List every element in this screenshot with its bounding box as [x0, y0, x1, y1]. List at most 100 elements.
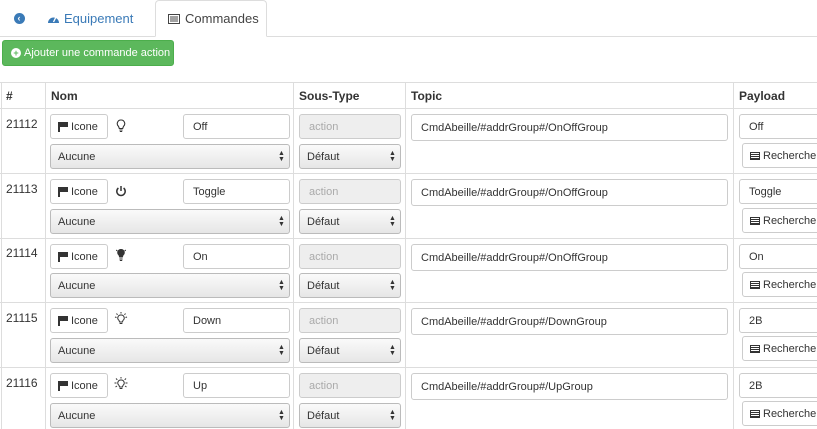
- add-command-label: Ajouter une commande action: [24, 47, 171, 59]
- subtype-select-value: Défaut: [307, 150, 340, 163]
- tab-back[interactable]: ‹: [6, 0, 32, 36]
- tab-bar: ‹ Equipement Commandes: [0, 0, 817, 37]
- header-sous-type: Sous-Type: [299, 89, 360, 103]
- arrow-circle-left-icon: ‹: [13, 12, 25, 24]
- command-name-input[interactable]: Up: [183, 373, 290, 398]
- row-divider: [0, 302, 817, 303]
- topic-input[interactable]: CmdAbeille/#addrGroup#/UpGroup: [411, 373, 728, 400]
- select-arrows-icon: ▲ ▼: [278, 409, 285, 422]
- rechercher-button[interactable]: Rechercher: [742, 208, 817, 233]
- payload-input[interactable]: On: [739, 244, 817, 269]
- table-header-border: [0, 108, 817, 109]
- tab-equipement[interactable]: Equipement: [46, 0, 150, 36]
- rechercher-label: Rechercher: [763, 278, 817, 291]
- command-name-input[interactable]: Toggle: [183, 179, 290, 204]
- payload-input[interactable]: 2B: [739, 373, 817, 398]
- header-id: #: [6, 89, 13, 103]
- lightbulb-dim-icon: [114, 312, 128, 326]
- icone-button[interactable]: Icone: [50, 179, 108, 204]
- topic-input[interactable]: CmdAbeille/#addrGroup#/OnOffGroup: [411, 244, 728, 271]
- action-select[interactable]: Aucune ▲ ▼: [50, 273, 290, 298]
- flag-icon: [58, 381, 68, 391]
- rechercher-button[interactable]: Rechercher: [742, 272, 817, 297]
- action-select[interactable]: Aucune ▲ ▼: [50, 338, 290, 363]
- flag-icon: [58, 252, 68, 262]
- subtype-select-value: Défaut: [307, 409, 340, 422]
- select-arrows-icon: ▲ ▼: [389, 409, 396, 422]
- flag-icon: [58, 122, 68, 132]
- rechercher-label: Rechercher: [763, 407, 817, 420]
- header-topic: Topic: [411, 89, 443, 103]
- subtype-input: action: [299, 179, 401, 204]
- subtype-input: action: [299, 308, 401, 333]
- list-alt-icon: [750, 409, 760, 418]
- topic-input[interactable]: CmdAbeille/#addrGroup#/OnOffGroup: [411, 179, 728, 206]
- row-id: 21114: [6, 246, 38, 260]
- topic-input[interactable]: CmdAbeille/#addrGroup#/OnOffGroup: [411, 114, 728, 141]
- subtype-select[interactable]: Défaut ▲ ▼: [299, 144, 401, 169]
- subtype-select-value: Défaut: [307, 279, 340, 292]
- tab-commandes[interactable]: Commandes: [155, 0, 267, 37]
- subtype-select[interactable]: Défaut ▲ ▼: [299, 403, 401, 428]
- payload-input[interactable]: 2B: [739, 308, 817, 333]
- select-arrows-icon: ▲ ▼: [278, 279, 285, 292]
- icone-button[interactable]: Icone: [50, 308, 108, 333]
- rechercher-label: Rechercher: [763, 214, 817, 227]
- icone-button[interactable]: Icone: [50, 114, 108, 139]
- topic-input[interactable]: CmdAbeille/#addrGroup#/DownGroup: [411, 308, 728, 335]
- command-name-input[interactable]: On: [183, 244, 290, 269]
- row-id: 21112: [6, 117, 38, 131]
- payload-input[interactable]: Off: [739, 114, 817, 139]
- lightbulb-outline-icon: [114, 119, 128, 133]
- action-select[interactable]: Aucune ▲ ▼: [50, 144, 290, 169]
- rechercher-button[interactable]: Rechercher: [742, 143, 817, 168]
- row-id: 21113: [6, 182, 38, 196]
- add-command-button[interactable]: + Ajouter une commande action: [2, 40, 174, 66]
- select-arrows-icon: ▲ ▼: [278, 215, 285, 228]
- icone-button[interactable]: Icone: [50, 244, 108, 269]
- row-divider: [0, 173, 817, 174]
- list-alt-icon: [750, 280, 760, 289]
- command-name-input[interactable]: Off: [183, 114, 290, 139]
- flag-icon: [58, 187, 68, 197]
- icone-button[interactable]: Icone: [50, 373, 108, 398]
- col-divider: [733, 82, 734, 429]
- subtype-input: action: [299, 373, 401, 398]
- icone-label: Icone: [71, 120, 98, 133]
- col-divider: [293, 82, 294, 429]
- list-alt-icon: [750, 151, 760, 160]
- select-arrows-icon: ▲ ▼: [389, 279, 396, 292]
- flag-icon: [58, 316, 68, 326]
- subtype-select[interactable]: Défaut ▲ ▼: [299, 338, 401, 363]
- subtype-input: action: [299, 114, 401, 139]
- tab-commandes-label: Commandes: [185, 11, 259, 26]
- action-select[interactable]: Aucune ▲ ▼: [50, 209, 290, 234]
- icone-label: Icone: [71, 379, 98, 392]
- payload-input[interactable]: Toggle: [739, 179, 817, 204]
- tachometer-icon: [46, 11, 60, 25]
- power-icon: [114, 184, 128, 198]
- list-alt-icon: [750, 344, 760, 353]
- action-select-value: Aucune: [58, 409, 96, 422]
- action-select-value: Aucune: [58, 150, 96, 163]
- subtype-select-value: Défaut: [307, 215, 340, 228]
- tab-equipement-label: Equipement: [64, 10, 134, 26]
- rechercher-label: Rechercher: [763, 342, 817, 355]
- action-select[interactable]: Aucune ▲ ▼: [50, 403, 290, 428]
- plus-circle-icon: +: [11, 48, 21, 58]
- rechercher-button[interactable]: Rechercher: [742, 336, 817, 361]
- icone-label: Icone: [71, 250, 98, 263]
- subtype-select[interactable]: Défaut ▲ ▼: [299, 273, 401, 298]
- subtype-select[interactable]: Défaut ▲ ▼: [299, 209, 401, 234]
- rechercher-label: Rechercher: [763, 149, 817, 162]
- command-name-input[interactable]: Down: [183, 308, 290, 333]
- select-arrows-icon: ▲ ▼: [389, 344, 396, 357]
- col-divider: [405, 82, 406, 429]
- col-divider: [45, 82, 46, 429]
- rechercher-button[interactable]: Rechercher: [742, 401, 817, 426]
- select-arrows-icon: ▲ ▼: [278, 344, 285, 357]
- subtype-select-value: Défaut: [307, 344, 340, 357]
- list-alt-icon: [750, 216, 760, 225]
- header-nom: Nom: [51, 89, 78, 103]
- lightbulb-bright-icon: [114, 377, 128, 391]
